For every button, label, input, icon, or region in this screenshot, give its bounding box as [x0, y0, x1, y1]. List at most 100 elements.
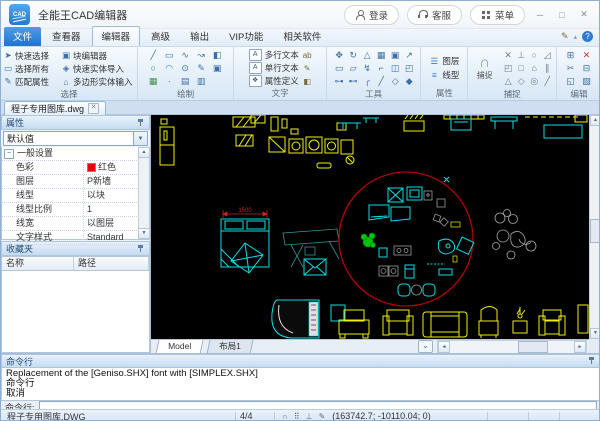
scroll-down-icon[interactable]: ▼ [138, 228, 150, 239]
pin-icon[interactable] [588, 357, 596, 365]
tab-output[interactable]: 输出 [181, 27, 218, 46]
table-tool-icon[interactable]: ▥ [194, 75, 209, 88]
delete-icon[interactable]: ✕ [579, 49, 594, 62]
linetype-status-icon[interactable]: ✎ [316, 412, 329, 421]
property-group-row[interactable]: − 一般设置 [2, 147, 149, 161]
login-button[interactable]: 登录 [343, 4, 399, 25]
spline-tool-icon[interactable]: ∿ [178, 49, 193, 62]
document-close-icon[interactable]: ✕ [88, 103, 100, 114]
paste-icon[interactable]: ⊟ [579, 62, 594, 75]
property-row-linetype[interactable]: 线型 以块 [2, 189, 149, 203]
properties-scrollbar[interactable]: ▲ ▼ [138, 147, 150, 239]
polyline-tool-icon[interactable]: ↝ [194, 49, 209, 62]
select-all-button[interactable]: ▭ 选择所有 [3, 63, 61, 75]
canvas-hscrollbar[interactable]: ◄ ► [437, 339, 587, 354]
polygon-entity-button[interactable]: ⌂ 多边形实体输入 [61, 76, 135, 88]
menu-button[interactable]: 菜单 [469, 4, 525, 25]
scale-tool-icon[interactable]: ↗ [402, 49, 417, 62]
move-tool-icon[interactable]: ✥ [332, 49, 347, 62]
favorites-col-name[interactable]: 名称 [2, 257, 74, 270]
grid-status-icon[interactable]: ⠿ [291, 412, 303, 421]
tab-vip[interactable]: VIP功能 [220, 27, 272, 46]
tab-advanced[interactable]: 高级 [142, 27, 179, 46]
array-tool-icon[interactable]: ▦ [374, 49, 389, 62]
collapse-ribbon-icon[interactable]: ▴ [573, 33, 577, 41]
block-tool-icon[interactable]: ▣ [210, 62, 225, 75]
scroll-up-icon[interactable]: ▲ [589, 115, 599, 126]
document-tab[interactable]: 程子专用图库.dwg ✕ [4, 101, 107, 115]
quick-entity-import-button[interactable]: ◈ 快速实体导入 [61, 63, 135, 75]
text-button[interactable]: A 单行文本 [248, 62, 299, 74]
snap-toggle-button[interactable]: ∩ 捕捉 [472, 55, 498, 81]
sheet-tab-menu-icon[interactable]: ⌄ [418, 340, 433, 353]
join-tool-icon[interactable]: ◫ [388, 62, 403, 75]
lengthen-tool-icon[interactable]: ⊶ [332, 75, 347, 88]
stretch-tool-icon[interactable]: ▭ [332, 62, 347, 75]
collapse-icon[interactable]: − [4, 148, 14, 159]
trim-tool-icon[interactable]: ▱ [346, 62, 361, 75]
region-tool-icon[interactable]: ▤ [178, 75, 193, 88]
circle-tool-icon[interactable]: ○ [146, 62, 161, 75]
match-properties-button[interactable]: ✎ 匹配属性 [3, 76, 61, 88]
chevron-down-icon[interactable]: ▼ [133, 132, 147, 145]
measure-tool-icon[interactable]: ⊷ [346, 75, 361, 88]
tab-model[interactable]: Model [155, 339, 204, 354]
scroll-right-icon[interactable]: ► [574, 340, 586, 353]
offset-tool-icon[interactable]: ▣ [388, 49, 403, 62]
insert-icon[interactable]: ▨ [579, 75, 594, 88]
scroll-down-icon[interactable]: ▼ [589, 328, 599, 339]
tab-file[interactable]: 文件 [4, 27, 42, 46]
scroll-left-icon[interactable]: ◄ [438, 340, 450, 353]
edit-mode-icon[interactable]: ✎ [561, 31, 569, 42]
close-button[interactable]: ✕ [577, 9, 591, 20]
linetype-button[interactable]: ≡ 线型 [429, 69, 460, 82]
hatch-tool-icon[interactable]: ▦ [146, 75, 161, 88]
text-edit-icon[interactable]: ✎ [303, 63, 312, 74]
vscroll-thumb[interactable] [590, 219, 599, 243]
text-frame-icon[interactable]: ◧ [303, 76, 312, 87]
explode-tool-icon[interactable]: ◆ [402, 75, 417, 88]
sketch-tool-icon[interactable]: ✎ [194, 62, 209, 75]
drawing-canvas[interactable]: 1500 [151, 115, 589, 339]
chamfer-tool-icon[interactable]: ╱ [374, 75, 389, 88]
snap-status-icon[interactable]: ∩ [279, 412, 291, 421]
tab-related[interactable]: 相关软件 [274, 27, 330, 46]
property-row-textstyle[interactable]: 文字样式 Standard [2, 231, 149, 245]
favorites-col-path[interactable]: 路径 [74, 257, 149, 270]
fillet-tool-icon[interactable]: ╭ [360, 75, 375, 88]
hscroll-thumb[interactable] [518, 340, 548, 353]
attribute-define-button[interactable]: ❖ 属性定义 [248, 75, 299, 87]
divide-tool-icon[interactable]: ◇ [388, 75, 403, 88]
ellipse-tool-icon[interactable]: ⊙ [178, 62, 193, 75]
snap-parallel-icon[interactable]: ∥ [540, 62, 555, 75]
mtext-button[interactable]: A 多行文本 [248, 49, 299, 61]
arc-tool-icon[interactable]: ◠ [162, 62, 177, 75]
maximize-button[interactable]: □ [555, 10, 569, 20]
help-icon[interactable]: ? [582, 31, 593, 42]
favorites-list[interactable] [1, 271, 150, 353]
line-tool-icon[interactable]: ╱ [146, 49, 161, 62]
customer-service-button[interactable]: 客服 [406, 4, 462, 25]
scroll-up-icon[interactable]: ▲ [138, 147, 150, 158]
tab-layout1[interactable]: 布局1 [206, 339, 254, 354]
pin-icon[interactable] [137, 118, 145, 127]
command-history[interactable]: Replacement of the [Geniso.SHX] font wit… [1, 368, 599, 401]
text-case-icon[interactable]: ab [303, 50, 312, 61]
minimize-button[interactable]: ─ [533, 10, 547, 20]
rotate-tool-icon[interactable]: ↻ [346, 49, 361, 62]
property-row-lineweight[interactable]: 线宽 以图层 [2, 217, 149, 231]
preset-dropdown[interactable]: 默认值 ▼ [3, 131, 148, 146]
tab-editor[interactable]: 编辑器 [91, 26, 141, 46]
snap-extension-icon[interactable]: ╱ [540, 75, 555, 88]
point-tool-icon[interactable]: · [162, 75, 177, 88]
tab-viewer[interactable]: 查看器 [43, 27, 90, 46]
property-row-color[interactable]: 色彩 红色 [2, 161, 149, 175]
align-tool-icon[interactable]: ◰ [402, 62, 417, 75]
clone-icon[interactable]: ◱ [563, 75, 578, 88]
pin-icon[interactable] [137, 244, 145, 253]
extend-tool-icon[interactable]: ↯ [360, 62, 375, 75]
cloud-tool-icon[interactable]: ◧ [210, 49, 225, 62]
property-row-ltscale[interactable]: 线型比例 1 [2, 203, 149, 217]
break-tool-icon[interactable]: ⌐ [374, 62, 389, 75]
property-row-layer[interactable]: 图层 P新墙 [2, 175, 149, 189]
